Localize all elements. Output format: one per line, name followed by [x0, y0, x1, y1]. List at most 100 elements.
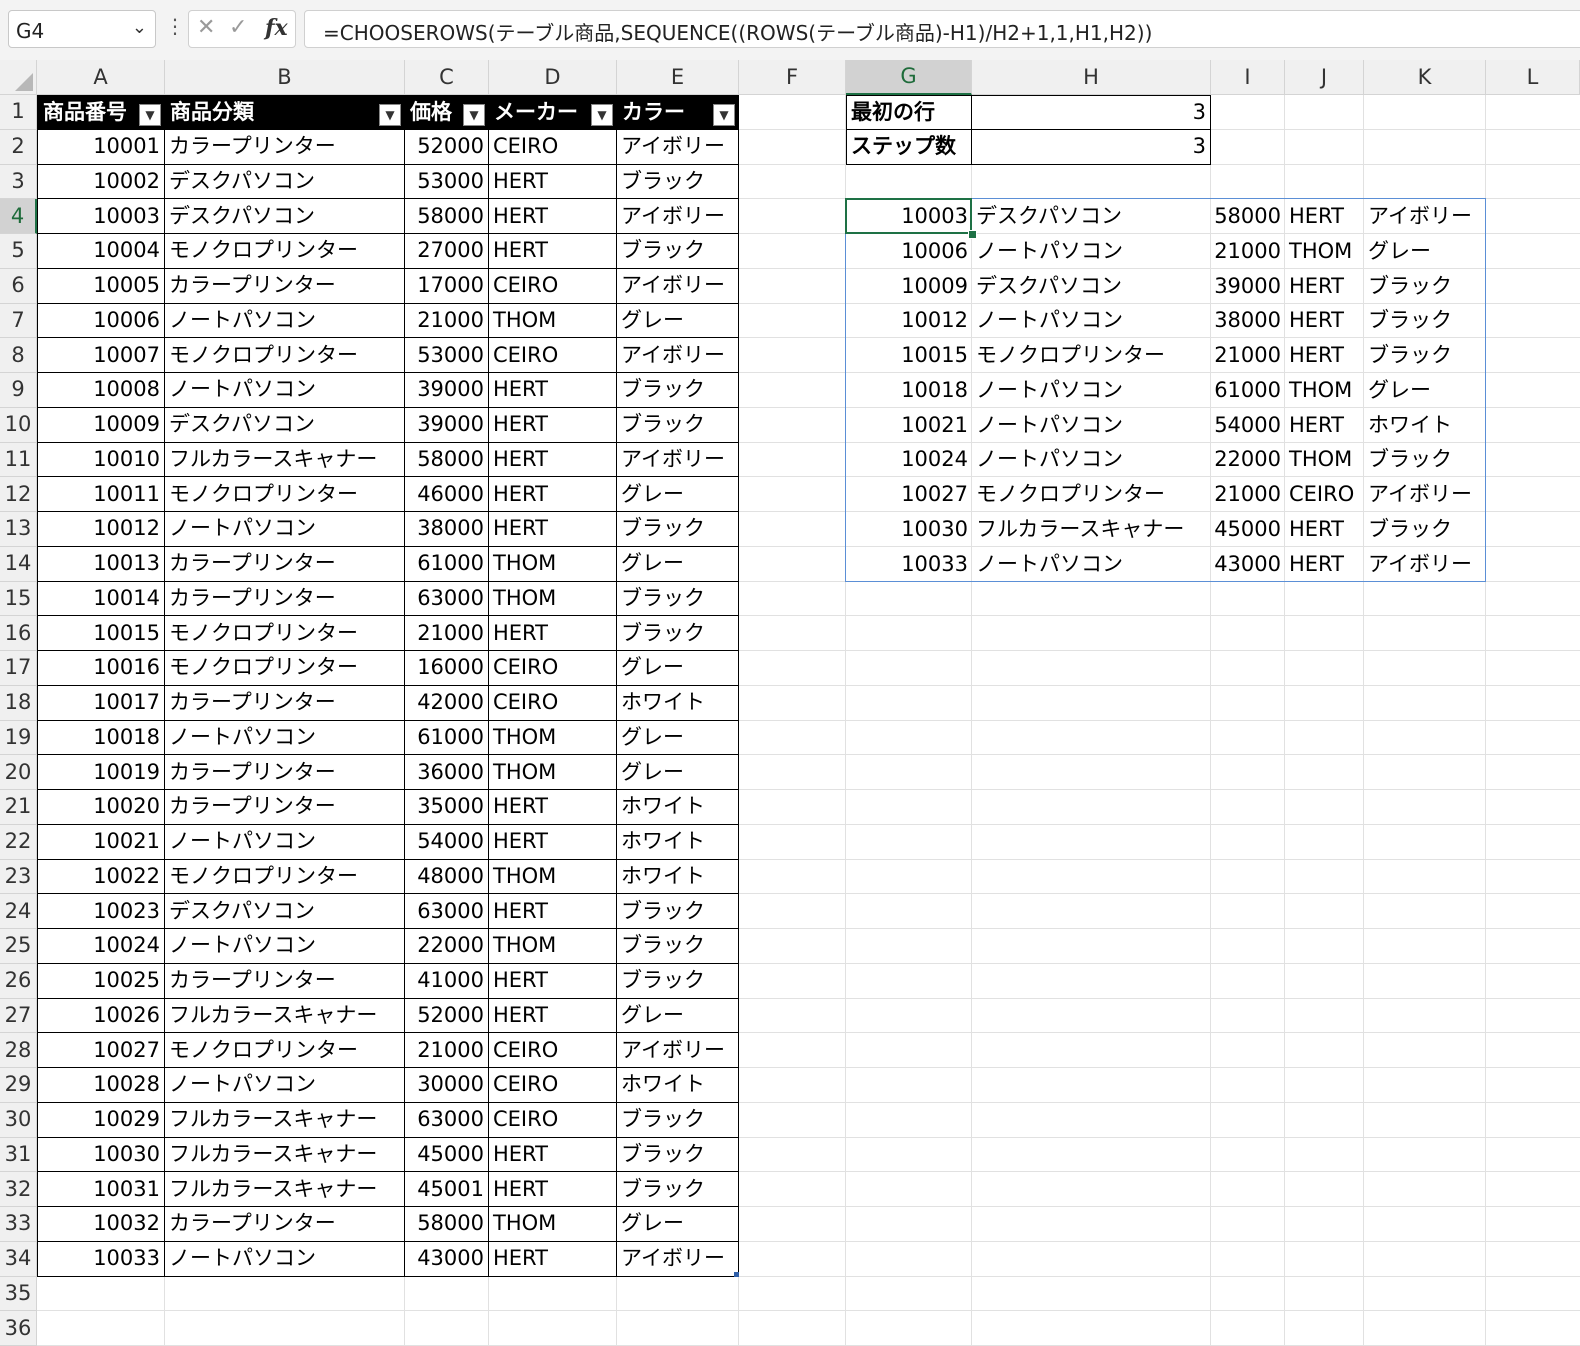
row-header-16[interactable]: 16: [0, 616, 37, 651]
result-cell[interactable]: 39000: [1211, 269, 1285, 304]
table-cell[interactable]: アイボリー: [617, 129, 739, 165]
table-cell[interactable]: THOM: [489, 859, 617, 895]
row-header-18[interactable]: 18: [0, 685, 37, 721]
table-cell[interactable]: 10023: [37, 894, 165, 929]
table-cell[interactable]: HERT: [489, 963, 617, 999]
table-cell[interactable]: カラープリンター: [165, 1207, 405, 1242]
table-cell[interactable]: 10014: [37, 581, 165, 617]
table-cell[interactable]: 58000: [405, 199, 489, 234]
fill-handle[interactable]: [968, 230, 977, 239]
table-cell[interactable]: 61000: [405, 546, 489, 582]
table-cell[interactable]: CEIRO: [489, 1102, 617, 1138]
result-cell[interactable]: 21000: [1211, 234, 1285, 269]
result-cell[interactable]: アイボリー: [1364, 477, 1486, 512]
table-cell[interactable]: アイボリー: [617, 442, 739, 478]
table-cell[interactable]: CEIRO: [489, 129, 617, 165]
table-cell[interactable]: ブラック: [617, 164, 739, 200]
table-cell[interactable]: 10022: [37, 859, 165, 895]
filter-dropdown-icon[interactable]: ▼: [591, 104, 613, 126]
table-cell[interactable]: フルカラースキャナー: [165, 998, 405, 1034]
result-cell[interactable]: ブラック: [1364, 512, 1486, 547]
table-cell[interactable]: 10029: [37, 1102, 165, 1138]
table-cell[interactable]: グレー: [617, 651, 739, 686]
table-cell[interactable]: ノートパソコン: [165, 720, 405, 756]
result-cell[interactable]: HERT: [1285, 408, 1364, 443]
row-header-26[interactable]: 26: [0, 963, 37, 999]
row-header-4[interactable]: 4: [0, 199, 37, 234]
table-cell[interactable]: 10011: [37, 477, 165, 512]
result-cell[interactable]: 10027: [846, 477, 972, 512]
table-cell[interactable]: ブラック: [617, 1137, 739, 1173]
table-cell[interactable]: 39000: [405, 373, 489, 408]
result-cell[interactable]: 22000: [1211, 443, 1285, 478]
result-cell[interactable]: 21000: [1211, 477, 1285, 512]
table-cell[interactable]: 10007: [37, 338, 165, 373]
table-cell[interactable]: フルカラースキャナー: [165, 1172, 405, 1207]
table-cell[interactable]: フルカラースキャナー: [165, 1137, 405, 1173]
table-cell[interactable]: HERT: [489, 442, 617, 478]
row-header-13[interactable]: 13: [0, 512, 37, 547]
column-header-i[interactable]: I: [1211, 60, 1285, 95]
result-cell[interactable]: 10018: [846, 373, 972, 408]
result-cell[interactable]: フルカラースキャナー: [972, 512, 1211, 547]
table-cell[interactable]: ノートパソコン: [165, 1241, 405, 1277]
row-header-30[interactable]: 30: [0, 1102, 37, 1138]
result-cell[interactable]: HERT: [1285, 547, 1364, 582]
table-cell[interactable]: 43000: [405, 1241, 489, 1277]
step-label[interactable]: ステップ数: [846, 129, 972, 165]
formula-input[interactable]: =CHOOSEROWS(テーブル商品,SEQUENCE((ROWS(テーブル商品…: [304, 10, 1580, 48]
enter-icon[interactable]: ✓: [229, 15, 247, 40]
table-cell[interactable]: グレー: [617, 1207, 739, 1242]
table-cell[interactable]: 16000: [405, 651, 489, 686]
table-cell[interactable]: 58000: [405, 1207, 489, 1242]
table-cell[interactable]: グレー: [617, 755, 739, 790]
table-cell[interactable]: HERT: [489, 790, 617, 825]
table-cell[interactable]: ホワイト: [617, 859, 739, 895]
row-header-24[interactable]: 24: [0, 894, 37, 929]
row-header-9[interactable]: 9: [0, 373, 37, 408]
table-cell[interactable]: 21000: [405, 616, 489, 651]
table-cell[interactable]: 10020: [37, 790, 165, 825]
table-cell[interactable]: 52000: [405, 129, 489, 165]
result-cell[interactable]: 10024: [846, 443, 972, 478]
table-cell[interactable]: ブラック: [617, 407, 739, 443]
chevron-down-icon[interactable]: ⌄: [132, 17, 147, 38]
row-header-12[interactable]: 12: [0, 477, 37, 512]
table-cell[interactable]: 10009: [37, 407, 165, 443]
row-header-19[interactable]: 19: [0, 720, 37, 756]
result-cell[interactable]: 61000: [1211, 373, 1285, 408]
row-header-22[interactable]: 22: [0, 824, 37, 860]
table-cell[interactable]: アイボリー: [617, 1241, 739, 1277]
table-cell[interactable]: ホワイト: [617, 1068, 739, 1103]
table-cell[interactable]: 10003: [37, 199, 165, 234]
table-cell[interactable]: アイボリー: [617, 268, 739, 304]
result-cell[interactable]: THOM: [1285, 443, 1364, 478]
table-cell[interactable]: カラープリンター: [165, 581, 405, 617]
table-cell[interactable]: 46000: [405, 477, 489, 512]
table-cell[interactable]: CEIRO: [489, 685, 617, 721]
row-header-29[interactable]: 29: [0, 1068, 37, 1103]
table-cell[interactable]: アイボリー: [617, 199, 739, 234]
table-cell[interactable]: カラープリンター: [165, 129, 405, 165]
table-cell[interactable]: HERT: [489, 407, 617, 443]
result-cell[interactable]: デスクパソコン: [972, 199, 1211, 234]
table-cell[interactable]: フルカラースキャナー: [165, 442, 405, 478]
table-cell[interactable]: 53000: [405, 338, 489, 373]
column-header-e[interactable]: E: [617, 60, 739, 95]
column-header-f[interactable]: F: [739, 60, 846, 95]
table-cell[interactable]: 10030: [37, 1137, 165, 1173]
table-cell[interactable]: 42000: [405, 685, 489, 721]
column-header-c[interactable]: C: [405, 60, 489, 95]
cancel-icon[interactable]: ✕: [197, 15, 215, 40]
table-cell[interactable]: HERT: [489, 1241, 617, 1277]
table-cell[interactable]: THOM: [489, 1207, 617, 1242]
table-cell[interactable]: ブラック: [617, 929, 739, 964]
table-cell[interactable]: HERT: [489, 373, 617, 408]
result-cell[interactable]: HERT: [1285, 199, 1364, 234]
table-cell[interactable]: グレー: [617, 303, 739, 339]
table-cell[interactable]: CEIRO: [489, 1068, 617, 1103]
table-cell[interactable]: ブラック: [617, 1172, 739, 1207]
table-cell[interactable]: 10015: [37, 616, 165, 651]
table-cell[interactable]: HERT: [489, 1172, 617, 1207]
table-cell[interactable]: 45001: [405, 1172, 489, 1207]
